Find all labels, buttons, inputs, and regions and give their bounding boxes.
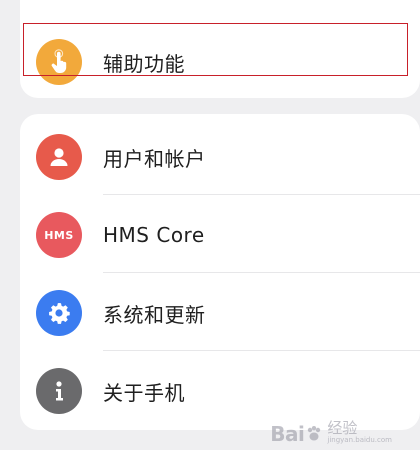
settings-item-users-accounts[interactable]: 用户和帐户 [20,118,420,196]
paw-icon [308,426,321,441]
settings-item-about-phone[interactable]: 关于手机 [20,352,420,430]
user-account-icon [36,134,82,180]
settings-item-label: HMS Core [103,223,205,247]
settings-card-top: 辅助功能 [20,0,420,98]
settings-item-accessibility[interactable]: 辅助功能 [20,23,420,98]
watermark-brand: Bai [270,422,305,446]
settings-item-label: 关于手机 [103,380,185,405]
settings-item-label: 系统和更新 [103,302,206,327]
settings-card-main: 用户和帐户 HMS HMS Core 系统和更新 关于手机 [20,114,420,430]
accessibility-touch-icon [36,39,82,85]
info-icon [36,368,82,414]
settings-item-label: 用户和帐户 [103,146,206,171]
watermark: Bai 经验 jingyan.baidu.com [270,419,392,446]
hms-core-icon: HMS [36,212,82,258]
gear-icon [36,290,82,336]
hms-icon-text: HMS [44,228,74,242]
divider [103,194,420,195]
settings-item-label: 辅助功能 [103,51,185,76]
divider [103,350,420,351]
watermark-suffix: 经验 [327,419,358,437]
watermark-url: jingyan.baidu.com [327,436,392,444]
settings-item-system-update[interactable]: 系统和更新 [20,274,420,352]
settings-item-hms-core[interactable]: HMS HMS Core [20,196,420,274]
divider [103,272,420,273]
